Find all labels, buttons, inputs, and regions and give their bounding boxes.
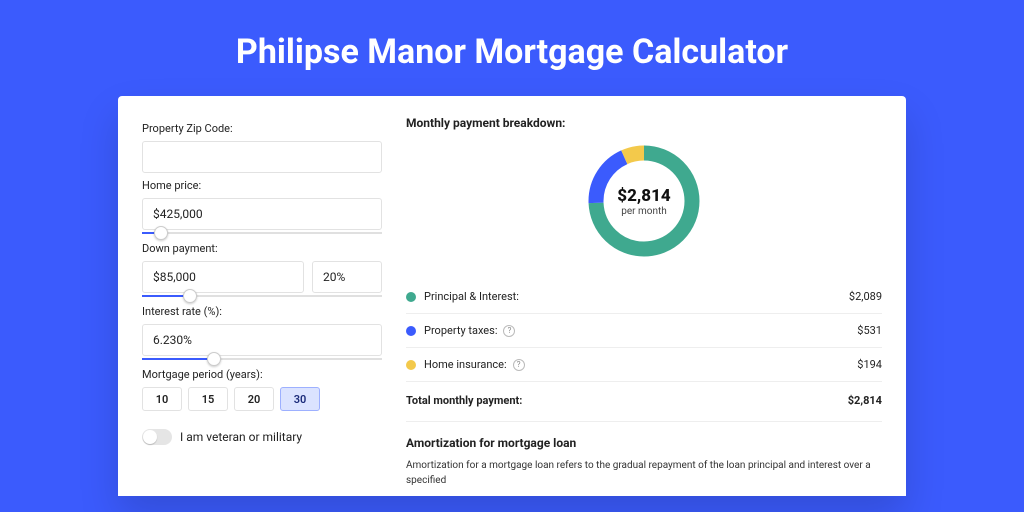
legend-dot-icon [406,292,416,302]
breakdown-panel: Monthly payment breakdown: $2,814 per mo… [406,116,882,496]
legend-label: Property taxes: [424,324,497,337]
legend-value: $2,089 [849,290,882,303]
zip-input[interactable] [142,141,382,173]
down-payment-pct-input[interactable] [312,261,382,293]
down-payment-label: Down payment: [142,242,382,255]
period-option-15[interactable]: 15 [188,387,228,411]
legend-label: Home insurance: [424,358,507,371]
legend-value: $194 [857,358,882,371]
home-price-slider[interactable] [142,232,382,234]
legend-row: Property taxes:? $531 [406,313,882,347]
amortization-title: Amortization for mortgage loan [406,436,882,450]
amortization-text: Amortization for a mortgage loan refers … [406,458,882,488]
breakdown-title: Monthly payment breakdown: [406,116,882,130]
period-option-20[interactable]: 20 [234,387,274,411]
interest-rate-slider[interactable] [142,358,382,360]
down-payment-input[interactable] [142,261,304,293]
total-value: $2,814 [848,394,882,407]
veteran-toggle[interactable] [142,429,172,445]
inputs-panel: Property Zip Code: Home price: Down paym… [142,116,382,496]
calculator-card: Property Zip Code: Home price: Down paym… [118,96,906,496]
zip-label: Property Zip Code: [142,122,382,135]
legend-dot-icon [406,326,416,336]
period-option-30[interactable]: 30 [280,387,320,411]
down-payment-slider[interactable] [142,295,382,297]
interest-rate-input[interactable] [142,324,382,356]
interest-rate-label: Interest rate (%): [142,305,382,318]
donut-center-amount: $2,814 [617,186,670,206]
total-label: Total monthly payment: [406,394,522,407]
legend-value: $531 [857,324,882,337]
donut-center-sub: per month [621,206,667,217]
home-price-label: Home price: [142,179,382,192]
page-title: Philipse Manor Mortgage Calculator [0,0,1024,96]
amortization-section: Amortization for mortgage loan Amortizat… [406,421,882,488]
legend-label: Principal & Interest: [424,290,519,303]
period-option-10[interactable]: 10 [142,387,182,411]
mortgage-period-label: Mortgage period (years): [142,368,382,381]
legend-row: Principal & Interest: $2,089 [406,280,882,313]
legend-dot-icon [406,360,416,370]
info-icon[interactable]: ? [513,359,525,371]
donut-chart: $2,814 per month [406,140,882,262]
veteran-label: I am veteran or military [180,430,302,444]
info-icon[interactable]: ? [503,325,515,337]
legend-row: Home insurance:? $194 [406,347,882,381]
mortgage-period-group: 10152030 [142,387,382,411]
home-price-input[interactable] [142,198,382,230]
